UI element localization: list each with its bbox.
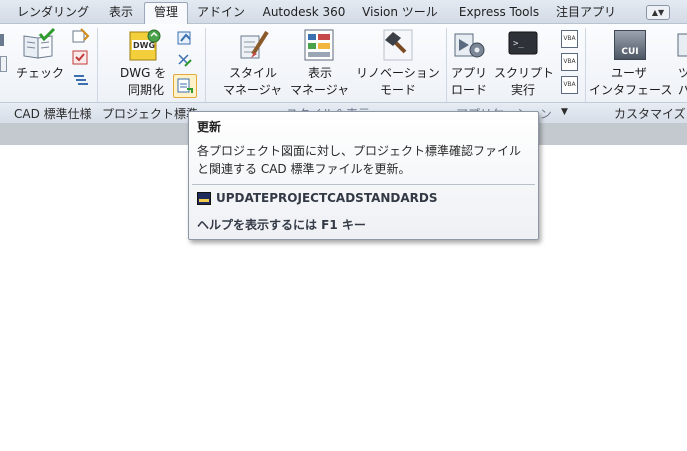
panel-title-project-standards[interactable]: プロジェクト標準 [102, 105, 198, 122]
cui-icon-text: CUI [621, 47, 639, 57]
config-standards-icon[interactable] [72, 28, 90, 44]
update-tooltip: 更新 各プロジェクト図面に対し、プロジェクト標準確認ファイルと関連する CAD … [188, 111, 539, 240]
display-manager-icon[interactable] [303, 28, 337, 62]
run-script-icon[interactable]: >_ [508, 30, 538, 58]
tooltip-divider [192, 184, 535, 185]
renovation-mode-label-line1[interactable]: リノベーション [356, 65, 440, 82]
renovation-mode-label-line2[interactable]: モード [380, 82, 416, 99]
project-standards-icon[interactable] [176, 29, 194, 47]
ribbon-tab-bar: レンダリング 表示 管理 アドイン Autodesk 360 Vision ツー… [0, 0, 687, 24]
tool-palettes-icon[interactable] [677, 32, 687, 60]
user-interface-label-line1[interactable]: ユーザ [611, 65, 647, 82]
compare-standards-icon[interactable] [176, 52, 194, 70]
tab-featured-apps[interactable]: 注目アプリ [552, 3, 620, 22]
tab-autodesk-360[interactable]: Autodesk 360 [258, 3, 350, 22]
check-standards-icon[interactable] [22, 28, 58, 60]
display-manager-label-line2[interactable]: マネージャ [290, 82, 349, 99]
app-load-icon[interactable] [453, 28, 487, 62]
run-script-label-line1[interactable]: スクリプト [494, 65, 554, 82]
panel-title-cad-standards[interactable]: CAD 標準仕様 [14, 105, 92, 122]
tool-palettes-label-line2[interactable]: パ [678, 82, 687, 99]
style-manager-label-line2[interactable]: マネージャ [223, 82, 282, 99]
panel-title-customize[interactable]: カスタマイズ [614, 105, 686, 122]
vba-manager-icon[interactable]: VBA [561, 30, 578, 48]
check-button-label[interactable]: チェック [16, 65, 64, 82]
user-interface-label-line2[interactable]: インタフェース [589, 82, 672, 99]
tab-vision-tools[interactable]: Vision ツール [356, 3, 444, 22]
tooltip-help-hint: ヘルプを表示するには F1 キー [197, 218, 366, 232]
tab-express-tools[interactable]: Express Tools [454, 3, 544, 22]
app-load-label-line2[interactable]: ロード [451, 82, 487, 99]
ribbon-minimize-button[interactable]: ▲▼ [646, 5, 670, 20]
svg-text:DWG: DWG [133, 41, 155, 50]
tab-manage[interactable]: 管理 [144, 2, 188, 24]
cut-off-button[interactable] [0, 56, 7, 72]
vba-ide-icon[interactable]: VBA [561, 76, 578, 94]
tab-rendering[interactable]: レンダリング [12, 3, 94, 22]
layer-translator-icon[interactable] [72, 50, 90, 66]
dwg-sync-label-line2[interactable]: 同期化 [128, 82, 164, 99]
svg-text:>_: >_ [513, 39, 524, 49]
vba-run-icon[interactable]: VBA [561, 53, 578, 71]
ribbon-panel-area: チェック DWG DWG を 同期化 スタイル マネージャ 表示 マネージャ リ… [0, 24, 687, 124]
tab-addins[interactable]: アドイン [194, 3, 248, 22]
cut-off-icon[interactable] [0, 34, 4, 46]
tool-palettes-label-line1[interactable]: ツ [678, 65, 687, 82]
dwg-sync-label-line1[interactable]: DWG を [120, 65, 166, 82]
panel-expand-arrow-icon[interactable]: ▼ [561, 107, 568, 117]
style-manager-label-line1[interactable]: スタイル [229, 65, 277, 82]
renovation-mode-icon[interactable] [381, 28, 417, 62]
app-load-label-line1[interactable]: アプリ [451, 65, 487, 82]
tooltip-command-name: UPDATEPROJECTCADSTANDARDS [216, 191, 438, 205]
user-interface-icon[interactable]: CUI [614, 30, 646, 60]
dwg-sync-icon[interactable]: DWG [128, 28, 162, 62]
display-manager-label-line1[interactable]: 表示 [308, 65, 332, 82]
run-script-label-line2[interactable]: 実行 [511, 82, 535, 99]
update-standards-icon [177, 78, 193, 93]
tooltip-title: 更新 [197, 120, 222, 134]
update-button-highlight[interactable] [173, 74, 197, 98]
command-line-icon [197, 192, 211, 205]
style-manager-icon[interactable] [239, 28, 273, 62]
tab-view[interactable]: 表示 [104, 3, 138, 22]
tooltip-description: 各プロジェクト図面に対し、プロジェクト標準確認ファイルと関連する CAD 標準フ… [197, 144, 522, 176]
layer-translate-icon[interactable] [72, 72, 90, 88]
